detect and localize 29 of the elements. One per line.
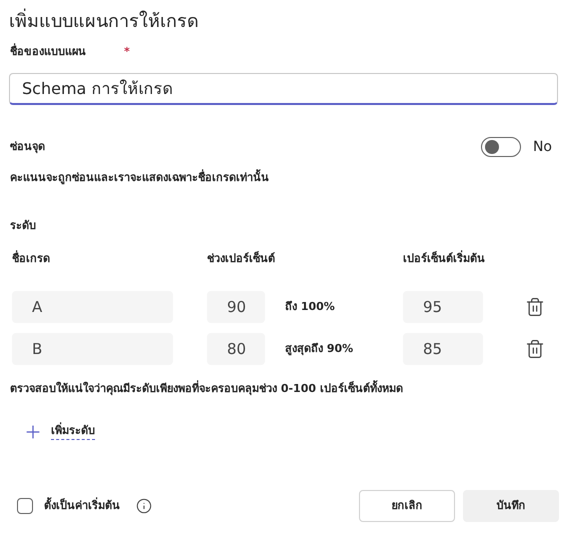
delete-icon[interactable]	[525, 297, 545, 317]
info-icon[interactable]	[136, 498, 152, 514]
delete-icon[interactable]	[525, 339, 545, 359]
start-percent-field[interactable]: 95	[403, 291, 483, 323]
required-mark: *	[124, 44, 130, 60]
column-header: เปอร์เซ็นต์เริ่มต้น	[403, 250, 485, 266]
range-field[interactable]: 80	[207, 333, 265, 365]
name-field[interactable]: Schema การให้เกรด	[9, 72, 558, 104]
start-percent-field[interactable]: 85	[403, 333, 483, 365]
add-level-button[interactable]: เพิ่มระดับ	[23, 422, 95, 442]
column-header: ชื่อเกรด	[12, 250, 51, 266]
field-label: ชื่อของแบบแผน	[10, 44, 86, 60]
range-text: ถึง 100%	[285, 298, 336, 315]
grade-name-field[interactable]: B	[12, 333, 173, 365]
section-title: ระดับ	[10, 218, 37, 234]
save-button[interactable]: บันทึก	[463, 490, 559, 522]
toggle-switch[interactable]	[480, 137, 521, 157]
coverage-note: ตรวจสอบให้แน่ใจว่าคุณมีระดับเพียงพอที่จะครอบคลุมช่วง 0-100 เปอร์เซ็นต์ทั้งหมด	[10, 381, 404, 398]
toggle-description: คะแนนจะถูกซ่อนและเราจะแสดงเฉพาะชื่อเกรดเท่านั้น	[10, 170, 270, 186]
toggle-state: No	[532, 138, 552, 156]
column-header: ช่วงเปอร์เซ็นต์	[207, 250, 276, 266]
checkbox-label: ตั้งเป็นค่าเริ่มต้น	[44, 498, 120, 514]
cancel-button[interactable]: ยกเลิก	[359, 490, 455, 522]
checkbox[interactable]	[17, 498, 33, 514]
range-field[interactable]: 90	[207, 291, 265, 323]
grade-name-field[interactable]: A	[12, 291, 173, 323]
toggle-label: ซ่อนจุด	[10, 138, 46, 156]
dialog-title: เพิ่มแบบแผนการให้เกรด	[9, 8, 565, 36]
range-text: สูงสุดถึง 90%	[285, 340, 354, 358]
